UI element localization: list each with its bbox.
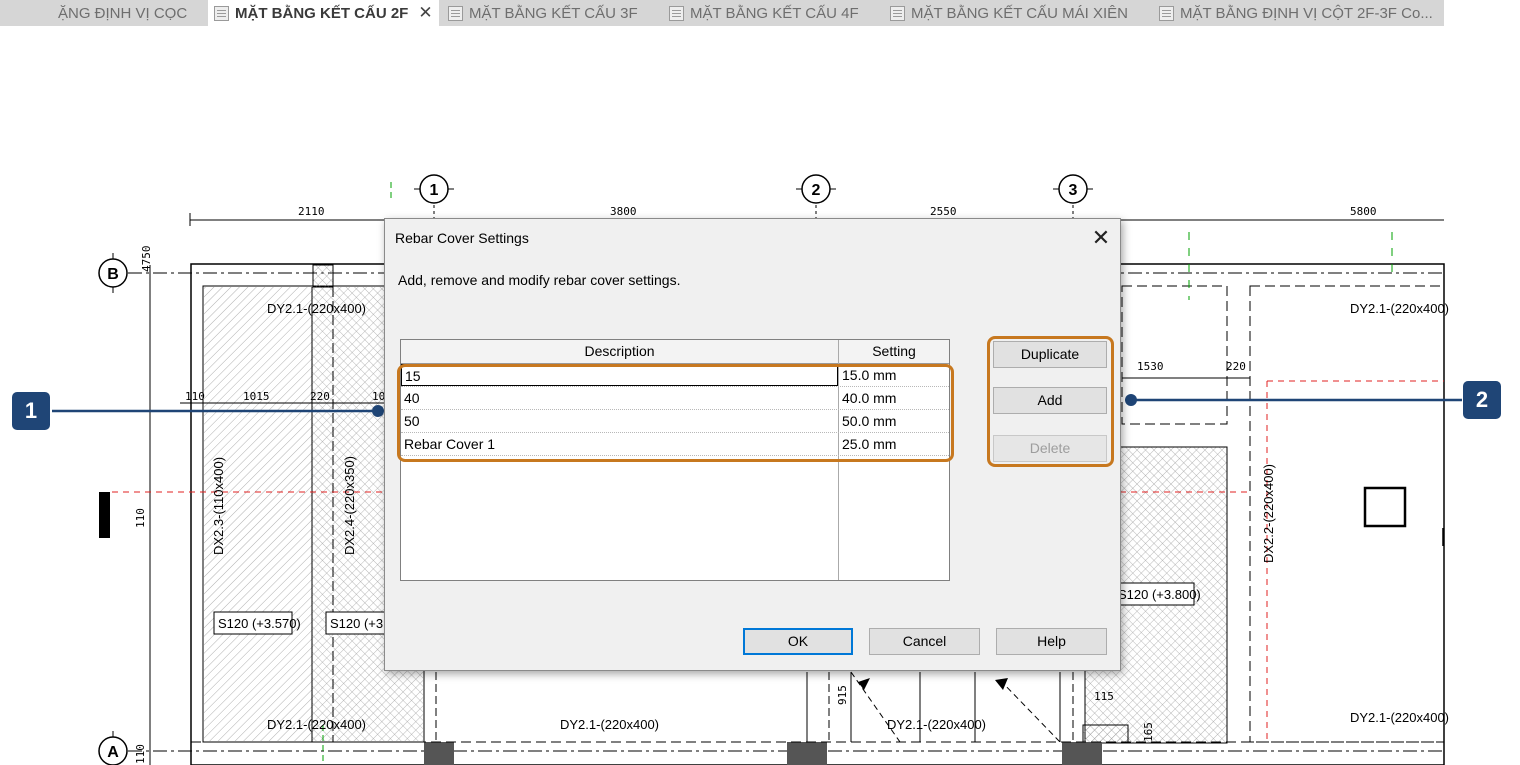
dimension-text: 220 — [310, 390, 330, 403]
cancel-button[interactable]: Cancel — [869, 628, 980, 655]
beam-label: DY2.1-(220x400) — [1350, 301, 1449, 316]
dimension-text: 110 — [185, 390, 205, 403]
dimension-text: 220 — [1226, 360, 1246, 373]
grid-marker-1: 1 — [414, 174, 454, 204]
beam-label: DY2.1-(220x400) — [267, 301, 366, 316]
dimension-text: 110 — [134, 508, 147, 528]
beam-label: DY2.1-(220x400) — [267, 717, 366, 732]
grid-marker-a: A — [98, 731, 128, 765]
dimension-text: 5800 — [1350, 205, 1377, 218]
delete-button[interactable]: Delete — [993, 435, 1107, 462]
svg-text:2: 2 — [812, 182, 821, 199]
column-header-setting[interactable]: Setting — [839, 340, 949, 363]
dimension-text: 115 — [1094, 690, 1114, 703]
svg-text:3: 3 — [1069, 182, 1078, 199]
table-header: Description Setting — [401, 340, 949, 364]
callout-badge-1: 1 — [12, 392, 50, 430]
grid-marker-3: 3 — [1053, 174, 1093, 204]
help-button[interactable]: Help — [996, 628, 1107, 655]
beam-label: DY2.1-(220x400) — [560, 717, 659, 732]
dimension-text: 2110 — [298, 205, 325, 218]
rows-highlight-box — [397, 364, 954, 462]
grid-marker-2: 2 — [796, 174, 836, 204]
dimension-text: 4750 — [140, 246, 153, 273]
dimension-text: 2550 — [930, 205, 957, 218]
dialog-description: Add, remove and modify rebar cover setti… — [398, 272, 681, 288]
slab-tag: S120 (+3.800) — [1118, 587, 1201, 602]
dimension-text: 165 — [1142, 722, 1155, 742]
svg-text:B: B — [107, 266, 119, 283]
grid-marker-b: B — [98, 253, 128, 293]
add-button[interactable]: Add — [993, 387, 1107, 414]
beam-label: DY2.1-(220x400) — [1350, 710, 1449, 725]
svg-text:1: 1 — [430, 182, 439, 199]
callout-badge-2: 2 — [1463, 381, 1501, 419]
beam-label: DX2.3-(110x400) — [211, 457, 226, 555]
dimension-text: 1530 — [1137, 360, 1164, 373]
beam-label: DY2.1-(220x400) — [887, 717, 986, 732]
dimension-text: 1015 — [243, 390, 270, 403]
duplicate-button[interactable]: Duplicate — [993, 341, 1107, 368]
svg-text:A: A — [107, 744, 119, 761]
dimension-text: 915 — [836, 685, 849, 705]
dimension-text: 110 — [134, 744, 147, 764]
dialog-title: Rebar Cover Settings — [395, 230, 529, 246]
column-header-description[interactable]: Description — [401, 340, 838, 363]
ok-button[interactable]: OK — [743, 628, 853, 655]
slab-tag: S120 (+3.570) — [218, 616, 301, 631]
dimension-text: 3800 — [610, 205, 637, 218]
beam-label: DX2.4-(220x350) — [342, 456, 357, 555]
beam-label: DX2.2-(220x400) — [1261, 464, 1276, 563]
close-icon[interactable]: ✕ — [1087, 225, 1115, 251]
rebar-cover-settings-dialog: Rebar Cover Settings ✕ Add, remove and m… — [384, 218, 1121, 671]
